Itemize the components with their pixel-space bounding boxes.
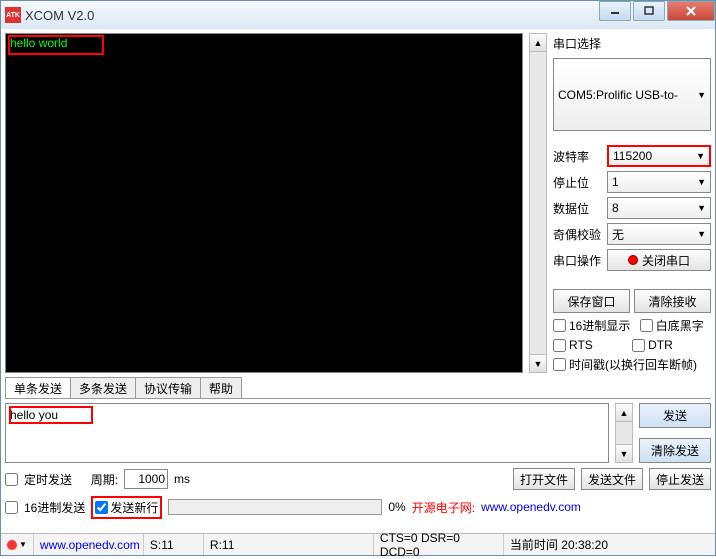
window-title: XCOM V2.0 [25, 8, 597, 23]
port-select-label: 串口选择 [553, 35, 711, 52]
databit-select[interactable]: 8▼ [607, 197, 711, 219]
hex-display-checkbox[interactable] [553, 319, 566, 332]
link-label: 开源电子网: [412, 499, 475, 516]
tab-protocol[interactable]: 协议传输 [135, 377, 201, 398]
chevron-down-icon: ▼ [697, 203, 706, 213]
parity-label: 奇偶校验 [553, 226, 603, 243]
scroll-up-icon[interactable]: ▲ [530, 34, 546, 52]
chevron-down-icon: ▼ [697, 177, 706, 187]
tab-help[interactable]: 帮助 [200, 377, 242, 398]
stopbit-select[interactable]: 1▼ [607, 171, 711, 193]
hex-send-checkbox[interactable] [5, 501, 18, 514]
clear-receive-button[interactable]: 清除接收 [634, 289, 711, 313]
send-file-button[interactable]: 发送文件 [581, 468, 643, 490]
chevron-down-icon: ▼ [697, 90, 706, 100]
dtr-checkbox[interactable] [632, 339, 645, 352]
status-url[interactable]: www.openedv.com [40, 538, 140, 552]
parity-select[interactable]: 无▼ [607, 223, 711, 245]
scroll-down-icon[interactable]: ▼ [530, 354, 546, 372]
clear-send-button[interactable]: 清除发送 [639, 438, 711, 463]
baud-select[interactable]: 115200▼ [607, 145, 711, 167]
tab-multi-send[interactable]: 多条发送 [70, 377, 136, 398]
white-bg-checkbox[interactable] [640, 319, 653, 332]
highlight-box [9, 406, 93, 424]
timed-send-checkbox[interactable] [5, 473, 18, 486]
highlight-box: 发送新行 [91, 496, 162, 519]
titlebar: ATK XCOM V2.0 [1, 1, 715, 29]
send-input[interactable]: hello you [5, 403, 609, 463]
stopbit-label: 停止位 [553, 174, 603, 191]
maximize-button[interactable] [633, 1, 665, 21]
open-file-button[interactable]: 打开文件 [513, 468, 575, 490]
settings-panel: 串口选择 COM5:Prolific USB-to-▼ 波特率115200▼ 停… [553, 33, 711, 373]
save-window-button[interactable]: 保存窗口 [553, 289, 630, 313]
terminal-scrollbar[interactable]: ▲ ▼ [529, 33, 547, 373]
status-line: CTS=0 DSR=0 DCD=0 [374, 534, 504, 555]
period-input[interactable] [124, 469, 168, 489]
status-bar: ▼ www.openedv.com S:11 R:11 CTS=0 DSR=0 … [1, 533, 715, 555]
send-scrollbar[interactable]: ▲ ▼ [615, 403, 633, 463]
status-time: 20:38:20 [561, 538, 608, 552]
record-icon [7, 540, 17, 550]
app-icon: ATK [5, 7, 21, 23]
chevron-down-icon: ▼ [697, 229, 706, 239]
progress-percent: 0% [388, 500, 405, 514]
scroll-up-icon[interactable]: ▲ [616, 404, 632, 422]
baud-label: 波特率 [553, 148, 603, 165]
dropdown-icon[interactable]: ▼ [19, 540, 27, 549]
scroll-down-icon[interactable]: ▼ [616, 444, 632, 462]
rts-checkbox[interactable] [553, 339, 566, 352]
databit-label: 数据位 [553, 200, 603, 217]
tab-bar: 单条发送 多条发送 协议传输 帮助 [5, 377, 711, 399]
highlight-box [8, 35, 104, 55]
stop-send-button[interactable]: 停止发送 [649, 468, 711, 490]
timestamp-checkbox[interactable] [553, 358, 566, 371]
minimize-button[interactable] [599, 1, 631, 21]
receive-terminal[interactable]: hello world [5, 33, 523, 373]
close-button[interactable] [667, 1, 715, 21]
close-port-button[interactable]: 关闭串口 [607, 249, 711, 271]
status-recv: R:11 [204, 534, 374, 555]
send-button[interactable]: 发送 [639, 403, 711, 428]
port-status-icon [628, 255, 638, 265]
send-newline-checkbox[interactable] [95, 501, 108, 514]
website-link[interactable]: www.openedv.com [481, 500, 581, 514]
status-sent: S:11 [144, 534, 204, 555]
chevron-down-icon: ▼ [696, 151, 705, 161]
tab-single-send[interactable]: 单条发送 [5, 377, 71, 398]
port-op-label: 串口操作 [553, 252, 603, 269]
port-select[interactable]: COM5:Prolific USB-to-▼ [553, 58, 711, 131]
progress-bar [168, 499, 382, 515]
